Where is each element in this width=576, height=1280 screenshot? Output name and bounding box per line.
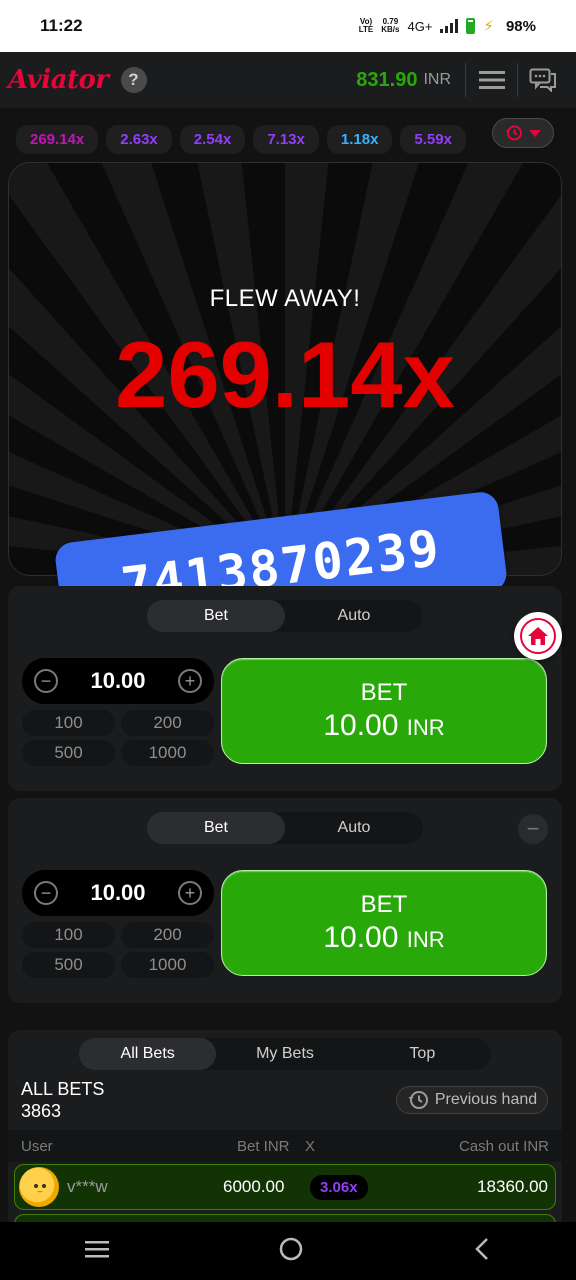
status-icons: Vo) LTE 0.79 KB/s 4G+ ⚡ 98% — [358, 17, 536, 36]
aviator-app: Aviator ? 831.90 INR 269.14x 2.63x 2.54x… — [0, 52, 576, 1222]
previous-hand-button[interactable]: Previous hand — [396, 1086, 548, 1114]
bet-button[interactable]: BET 10.00 INR — [221, 658, 547, 764]
signal-icon — [440, 19, 459, 33]
quick-amount-button[interactable]: 500 — [22, 740, 115, 766]
history-multiplier: 2.54x — [179, 124, 246, 154]
quick-amounts: 100 200 500 1000 — [22, 922, 214, 978]
bet-amount: 6000.00 — [223, 1177, 285, 1196]
battery-percent: 98% — [505, 17, 536, 35]
avatar — [19, 1167, 59, 1207]
col-bet: Bet INR — [237, 1137, 290, 1155]
quick-amount-button[interactable]: 200 — [121, 710, 214, 736]
hamburger-menu-icon[interactable] — [466, 63, 518, 97]
col-x: X — [305, 1137, 316, 1155]
history-toggle-button[interactable] — [492, 118, 554, 148]
bet-mode-tabs: Bet Auto — [147, 812, 423, 844]
multiplier-history: 269.14x 2.63x 2.54x 7.13x 1.18x 5.59x — [0, 108, 576, 160]
bet-panel-1: Bet Auto − 10.00 + 100 200 500 1000 BET … — [8, 586, 562, 791]
battery-icon — [466, 18, 476, 34]
quick-amount-button[interactable]: 500 — [22, 952, 115, 978]
volte-indicator: Vo) LTE — [358, 17, 374, 34]
crash-multiplier: 269.14x — [115, 322, 455, 427]
chat-icon[interactable] — [518, 63, 568, 97]
increase-icon[interactable]: + — [178, 881, 202, 905]
history-multiplier: 5.59x — [400, 124, 466, 154]
balance-currency: INR — [423, 71, 451, 88]
increase-icon[interactable]: + — [178, 669, 202, 693]
col-cashout: Cash out INR — [458, 1137, 549, 1155]
tab-bet[interactable]: Bet — [147, 812, 285, 844]
cashout-multiplier-badge: 3.06x — [310, 1174, 368, 1200]
status-time: 11:22 — [40, 16, 83, 35]
bets-table-header: User Bet INR X Cash out INR — [8, 1130, 562, 1162]
bet-button-label: BET — [360, 679, 408, 706]
tab-auto[interactable]: Auto — [285, 600, 423, 632]
table-row — [14, 1214, 556, 1222]
all-bets-header: ALL BETS 3863 — [21, 1078, 104, 1122]
home-button[interactable] — [514, 612, 562, 660]
bet-panel-2: Bet Auto − − 10.00 + 100 200 500 1000 BE… — [8, 798, 562, 1003]
bets-tabs: All Bets My Bets Top — [79, 1038, 491, 1070]
remove-panel-icon[interactable]: − — [518, 814, 548, 844]
bet-button[interactable]: BET 10.00 INR — [221, 870, 547, 976]
history-multiplier: 269.14x — [16, 124, 99, 154]
bet-button-amount: 10.00 INR — [323, 709, 445, 742]
bet-button-amount: 10.00 INR — [323, 921, 445, 954]
quick-amount-button[interactable]: 1000 — [121, 952, 214, 978]
chevron-down-icon — [529, 129, 541, 138]
tab-all-bets[interactable]: All Bets — [79, 1038, 217, 1070]
all-bets-count: 3863 — [21, 1101, 62, 1121]
tab-bet[interactable]: Bet — [147, 600, 285, 632]
quick-amount-button[interactable]: 100 — [22, 710, 115, 736]
tab-top[interactable]: Top — [354, 1038, 491, 1070]
previous-hand-label: Previous hand — [434, 1091, 538, 1108]
decrease-icon[interactable]: − — [34, 669, 58, 693]
power-saver-icon: ⚡ — [483, 18, 494, 35]
home-nav-icon[interactable] — [278, 1236, 304, 1267]
network-speed: 0.79 KB/s — [381, 17, 400, 34]
bets-panel: All Bets My Bets Top ALL BETS 3863 Previ… — [8, 1030, 562, 1222]
bet-amount-stepper: − 10.00 + — [22, 870, 214, 916]
bet-amount-value[interactable]: 10.00 — [90, 880, 145, 906]
recent-apps-icon[interactable] — [84, 1239, 109, 1264]
tab-my-bets[interactable]: My Bets — [216, 1038, 353, 1070]
aviator-logo: Aviator — [8, 65, 109, 95]
history-multiplier: 2.63x — [106, 124, 172, 154]
help-icon[interactable]: ? — [120, 67, 147, 93]
quick-amounts: 100 200 500 1000 — [22, 710, 214, 766]
history-clock-icon — [506, 125, 522, 141]
balance-display: 831.90 INR — [356, 63, 466, 97]
cashout-amount: 18360.00 — [477, 1177, 548, 1196]
history-multiplier: 1.18x — [326, 124, 393, 154]
balance-amount: 831.90 — [356, 68, 418, 91]
bet-mode-tabs: Bet Auto — [147, 600, 423, 632]
history-multiplier: 7.13x — [253, 124, 319, 154]
status-bar: 11:22 Vo) LTE 0.79 KB/s 4G+ ⚡ 98% — [0, 0, 576, 52]
bet-amount-value[interactable]: 10.00 — [90, 668, 145, 694]
table-row: v***w 6000.00 3.06x 18360.00 — [14, 1164, 556, 1210]
quick-amount-button[interactable]: 1000 — [121, 740, 214, 766]
col-user: User — [21, 1137, 53, 1155]
quick-amount-button[interactable]: 200 — [121, 922, 214, 948]
home-icon — [520, 618, 556, 654]
bet-user: v***w — [67, 1177, 108, 1196]
top-bar: Aviator ? 831.90 INR — [0, 52, 576, 108]
bet-amount-stepper: − 10.00 + — [22, 658, 214, 704]
android-nav-bar — [0, 1222, 576, 1280]
all-bets-title: ALL BETS — [21, 1079, 105, 1099]
decrease-icon[interactable]: − — [34, 881, 58, 905]
bet-button-label: BET — [360, 891, 408, 918]
flew-away-label: FLEW AWAY! — [209, 285, 361, 312]
tab-auto[interactable]: Auto — [285, 812, 423, 844]
history-clock-icon — [408, 1091, 428, 1109]
quick-amount-button[interactable]: 100 — [22, 922, 115, 948]
back-icon[interactable] — [473, 1237, 491, 1266]
network-type: 4G+ — [407, 18, 433, 34]
